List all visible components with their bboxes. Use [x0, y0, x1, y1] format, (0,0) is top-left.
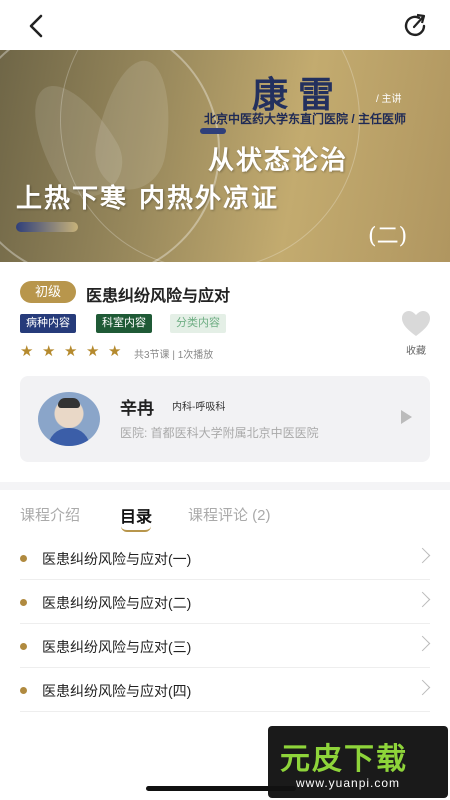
- tab-reviews[interactable]: 课程评论 (2): [188, 504, 271, 525]
- tag-category[interactable]: 分类内容: [170, 314, 226, 333]
- chapter-title: 医患纠纷风险与应对(三): [42, 639, 192, 655]
- banner-hospital: 北京中医药大学东直门医院 / 主任医师: [204, 112, 407, 126]
- teacher-name: 辛冉: [120, 399, 154, 418]
- chapter-item[interactable]: 医患纠纷风险与应对(二): [20, 580, 431, 624]
- star-icon: ★: [20, 343, 34, 360]
- banner-title-line3: (二): [368, 224, 408, 249]
- course-meta: 共3节课 | 1次播放: [134, 350, 214, 361]
- chevron-right-icon: [414, 635, 431, 652]
- banner-decor-pill: [16, 222, 78, 232]
- chevron-right-icon: [414, 591, 431, 608]
- course-detail-page: 康雷 / 主讲 北京中医药大学东直门医院 / 主任医师 从状态论治 上热下寒 内…: [0, 0, 450, 800]
- teacher-card[interactable]: 辛冉 内科-呼吸科 医院: 首都医科大学附属北京中医医院: [20, 376, 430, 462]
- tag-department[interactable]: 科室内容: [96, 314, 152, 333]
- teacher-avatar: [38, 392, 100, 446]
- bullet-icon: [20, 555, 27, 562]
- tab-bar: 课程介绍 目录 课程评论 (2): [0, 500, 450, 536]
- tab-catalog[interactable]: 目录: [120, 503, 152, 527]
- watermark-url: www.yuanpi.com: [296, 776, 401, 790]
- chapter-item[interactable]: 医患纠纷风险与应对(三): [20, 624, 431, 668]
- tag-disease[interactable]: 病种内容: [20, 314, 76, 333]
- chapter-item[interactable]: 医患纠纷风险与应对(一): [20, 536, 431, 580]
- star-icon: ★: [42, 343, 56, 360]
- chevron-right-icon: [414, 547, 431, 564]
- banner-title-line1: 从状态论治: [208, 146, 349, 176]
- top-bar: [0, 0, 450, 50]
- teacher-department: 内科-呼吸科: [172, 402, 226, 413]
- course-banner: 康雷 / 主讲 北京中医药大学东直门医院 / 主任医师 从状态论治 上热下寒 内…: [0, 50, 450, 262]
- back-button[interactable]: [24, 12, 52, 40]
- teacher-hospital: 医院: 首都医科大学附属北京中医医院: [120, 426, 319, 440]
- section-divider: [0, 482, 450, 490]
- bullet-icon: [20, 599, 27, 606]
- chapter-title: 医患纠纷风险与应对(四): [42, 683, 192, 699]
- course-header: 初级 医患纠纷风险与应对: [20, 280, 440, 306]
- favorite-label: 收藏: [406, 346, 426, 357]
- play-arrow-icon: [401, 410, 412, 424]
- watermark-title: 元皮下载: [280, 742, 408, 777]
- bullet-icon: [20, 643, 27, 650]
- banner-speaker-role: / 主讲: [376, 94, 402, 105]
- star-icon: ★: [86, 343, 100, 360]
- chapter-item[interactable]: 医患纠纷风险与应对(四): [20, 668, 431, 712]
- banner-decor-pill: [200, 128, 226, 134]
- star-icon: ★: [108, 343, 122, 360]
- banner-title-line2: 上热下寒 内热外凉证: [16, 184, 280, 214]
- heart-icon: [402, 311, 430, 336]
- chevron-right-icon: [414, 679, 431, 696]
- level-badge: 初级: [20, 281, 76, 303]
- chapter-title: 医患纠纷风险与应对(二): [42, 595, 192, 611]
- chapter-title: 医患纠纷风险与应对(一): [42, 551, 192, 567]
- tab-intro[interactable]: 课程介绍: [20, 504, 80, 525]
- course-title: 医患纠纷风险与应对: [86, 288, 231, 305]
- share-icon: [404, 13, 426, 37]
- share-button[interactable]: [402, 12, 430, 40]
- home-indicator[interactable]: [146, 786, 296, 791]
- active-tab-indicator: [121, 526, 151, 532]
- star-icon: ★: [64, 343, 78, 360]
- chevron-left-icon: [29, 14, 43, 38]
- favorite-button[interactable]: 收藏: [398, 310, 434, 360]
- bullet-icon: [20, 687, 27, 694]
